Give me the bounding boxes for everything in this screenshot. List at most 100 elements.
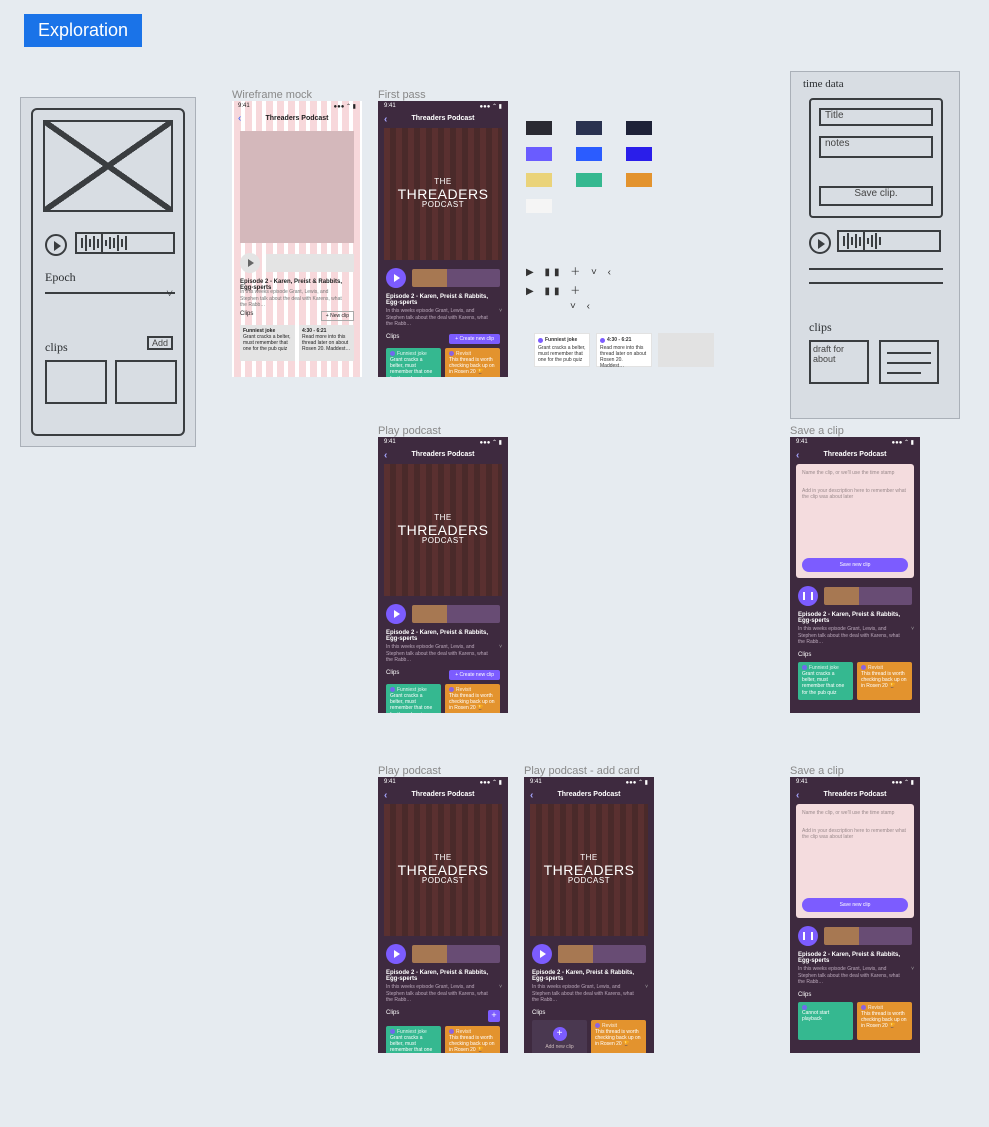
swatch[interactable]: [576, 173, 602, 187]
clip-card-error[interactable]: Cannot start playback: [798, 1002, 853, 1040]
artboard-label: Play podcast: [378, 425, 441, 437]
hero-artwork: THETHREADERSPODCAST: [384, 128, 502, 260]
episode-description: In this weeks episode Grant, Lewis, and …: [378, 308, 508, 328]
waveform[interactable]: [412, 269, 500, 287]
episode-description: In this weeks episode Grant, Lewis, and …: [240, 289, 342, 309]
artboard-label: Play podcast: [378, 765, 441, 777]
clip-card[interactable]: Funniest jokeGrant cracks a belter, must…: [386, 684, 441, 714]
add-clip-button[interactable]: +: [488, 1010, 500, 1022]
play-button[interactable]: [532, 944, 552, 964]
sketch-clip-card: draft for about: [809, 340, 869, 384]
sketch-clip-card: [879, 340, 939, 384]
sketch-play-icon: [809, 232, 831, 254]
clip-card[interactable]: RevisitThis thread is worth checking bac…: [857, 662, 912, 700]
clip-card-empty[interactable]: [658, 333, 714, 367]
clip-card[interactable]: Funniest jokeGrant cracks a belter, must…: [386, 1026, 441, 1054]
artboard-save-clip[interactable]: 9:41●●● ⌃ ▮ ‹Threaders Podcast Name the …: [790, 437, 920, 713]
clips-heading: Clips: [240, 311, 253, 321]
artboard-wireframe[interactable]: 9:41●●● ⌃ ▮ ‹ Threaders Podcast Episode …: [232, 101, 362, 377]
sketch-field: notes: [819, 136, 933, 158]
artboard-label: Save a clip: [790, 425, 844, 437]
clip-card[interactable]: RevisitThis thread is worth checking bac…: [857, 1002, 912, 1040]
back-icon[interactable]: ‹: [384, 114, 387, 125]
status-bar: 9:41●●● ⌃ ▮: [378, 101, 508, 113]
sketch-label: clips: [809, 320, 832, 335]
sketch-save-button: Save clip.: [819, 186, 933, 206]
sketch-label-clips: clips: [45, 340, 68, 355]
create-clip-button[interactable]: + Create new clip: [449, 334, 500, 344]
save-clip-button[interactable]: Save new clip: [802, 898, 908, 912]
sketch-clip-card: [115, 360, 177, 404]
clip-name-input[interactable]: Name the clip, or we'll use the time sta…: [802, 810, 908, 824]
swatch[interactable]: [526, 173, 552, 187]
clip-name-input[interactable]: Name the clip, or we'll use the time sta…: [802, 470, 908, 484]
clip-card[interactable]: Funniest jokeGrant cracks a belter, must…: [240, 325, 295, 361]
artboard-label: Wireframe mock: [232, 89, 312, 101]
artboard-play-podcast-b[interactable]: 9:41●●● ⌃ ▮ ‹Threaders Podcast THETHREAD…: [378, 777, 508, 1053]
chevron-down-icon[interactable]: ˅: [499, 308, 502, 315]
swatch[interactable]: [526, 199, 552, 213]
save-clip-button[interactable]: Save new clip: [802, 558, 908, 572]
swatch[interactable]: [576, 121, 602, 135]
clip-card[interactable]: Funniest jokeGrant cracks a belter, must…: [798, 662, 853, 700]
artboard-label: Play podcast - add card: [524, 765, 640, 777]
status-bar: 9:41●●● ⌃ ▮: [232, 101, 362, 113]
icon-glyphs: ▶ ▮▮ ＋ ˅ ‹ ▶ ▮▮ ＋ ˅ ‹: [526, 263, 615, 316]
clip-card[interactable]: RevisitThis thread is worth checking bac…: [445, 684, 500, 714]
swatch[interactable]: [526, 121, 552, 135]
artboard-label: First pass: [378, 89, 426, 101]
sketch-waveform: [837, 230, 941, 252]
section-badge: Exploration: [24, 14, 142, 47]
plus-icon: +: [553, 1027, 567, 1041]
artboard-first-pass[interactable]: 9:41●●● ⌃ ▮ ‹Threaders Podcast THETHREAD…: [378, 101, 508, 377]
pause-button[interactable]: [798, 586, 818, 606]
clip-desc-input[interactable]: Add in your description here to remember…: [802, 828, 908, 868]
clip-card[interactable]: RevisitThis thread is worth checking bac…: [445, 348, 500, 378]
play-button[interactable]: [386, 604, 406, 624]
clip-card[interactable]: Funniest jokeGrant cracks a belter, must…: [534, 333, 590, 367]
hero-image: [240, 131, 354, 243]
save-clip-form: Name the clip, or we'll use the time sta…: [796, 464, 914, 578]
artboard-save-clip-b[interactable]: 9:41●●● ⌃ ▮ ‹Threaders Podcast Name the …: [790, 777, 920, 1053]
clip-card[interactable]: RevisitThis thread is worth checking bac…: [445, 1026, 500, 1054]
sketch-image-box: [43, 120, 173, 212]
sketch-play-icon: [45, 234, 67, 256]
clip-card-samples: Funniest jokeGrant cracks a belter, must…: [534, 333, 714, 367]
add-clip-card[interactable]: +Add new clip: [532, 1020, 587, 1054]
back-icon[interactable]: ‹: [384, 450, 387, 461]
design-canvas: Epoch ˅ clips Add Wireframe mock 9:41●●●…: [0, 67, 989, 1087]
artboard-label: Save a clip: [790, 765, 844, 777]
swatch[interactable]: [626, 147, 652, 161]
waveform[interactable]: [824, 587, 912, 605]
sketch-field: Title: [819, 108, 933, 126]
new-clip-button[interactable]: + New clip: [321, 311, 354, 321]
swatch[interactable]: [626, 173, 652, 187]
pause-button[interactable]: [798, 926, 818, 946]
sketch-label-epoch: Epoch: [45, 270, 76, 285]
create-clip-button[interactable]: + Create new clip: [449, 670, 500, 680]
nav-title: ‹Threaders Podcast: [378, 113, 508, 124]
sketch-left: Epoch ˅ clips Add: [20, 97, 196, 447]
waveform[interactable]: [266, 254, 354, 272]
play-button[interactable]: [386, 268, 406, 288]
color-palette: [526, 121, 652, 225]
clip-card[interactable]: Funniest jokeGrant cracks a belter, must…: [386, 348, 441, 378]
clip-card[interactable]: RevisitThis thread is worth checking bac…: [591, 1020, 646, 1054]
clip-desc-input[interactable]: Add in your description here to remember…: [802, 488, 908, 528]
artboard-play-podcast[interactable]: 9:41●●● ⌃ ▮ ‹Threaders Podcast THETHREAD…: [378, 437, 508, 713]
sketch-add-button: Add: [147, 336, 173, 350]
swatch[interactable]: [626, 121, 652, 135]
episode-title: Episode 2 - Karen, Preist & Rabbits, Egg…: [378, 292, 508, 308]
nav-title: Threaders Podcast: [232, 115, 362, 122]
sketch-right: time data Title notes Save clip. clips d…: [790, 71, 960, 419]
sketch-label: time data: [803, 78, 844, 90]
play-button[interactable]: [386, 944, 406, 964]
clip-card[interactable]: 4:30 - 6:21Read more into this thread la…: [596, 333, 652, 367]
play-button[interactable]: [240, 253, 260, 273]
waveform[interactable]: [412, 605, 500, 623]
swatch[interactable]: [576, 147, 602, 161]
clip-card[interactable]: 4:30 - 6:21Read more into this thread la…: [299, 325, 354, 361]
swatch[interactable]: [526, 147, 552, 161]
sketch-waveform: [75, 232, 175, 254]
artboard-play-add-card[interactable]: 9:41●●● ⌃ ▮ ‹Threaders Podcast THETHREAD…: [524, 777, 654, 1053]
